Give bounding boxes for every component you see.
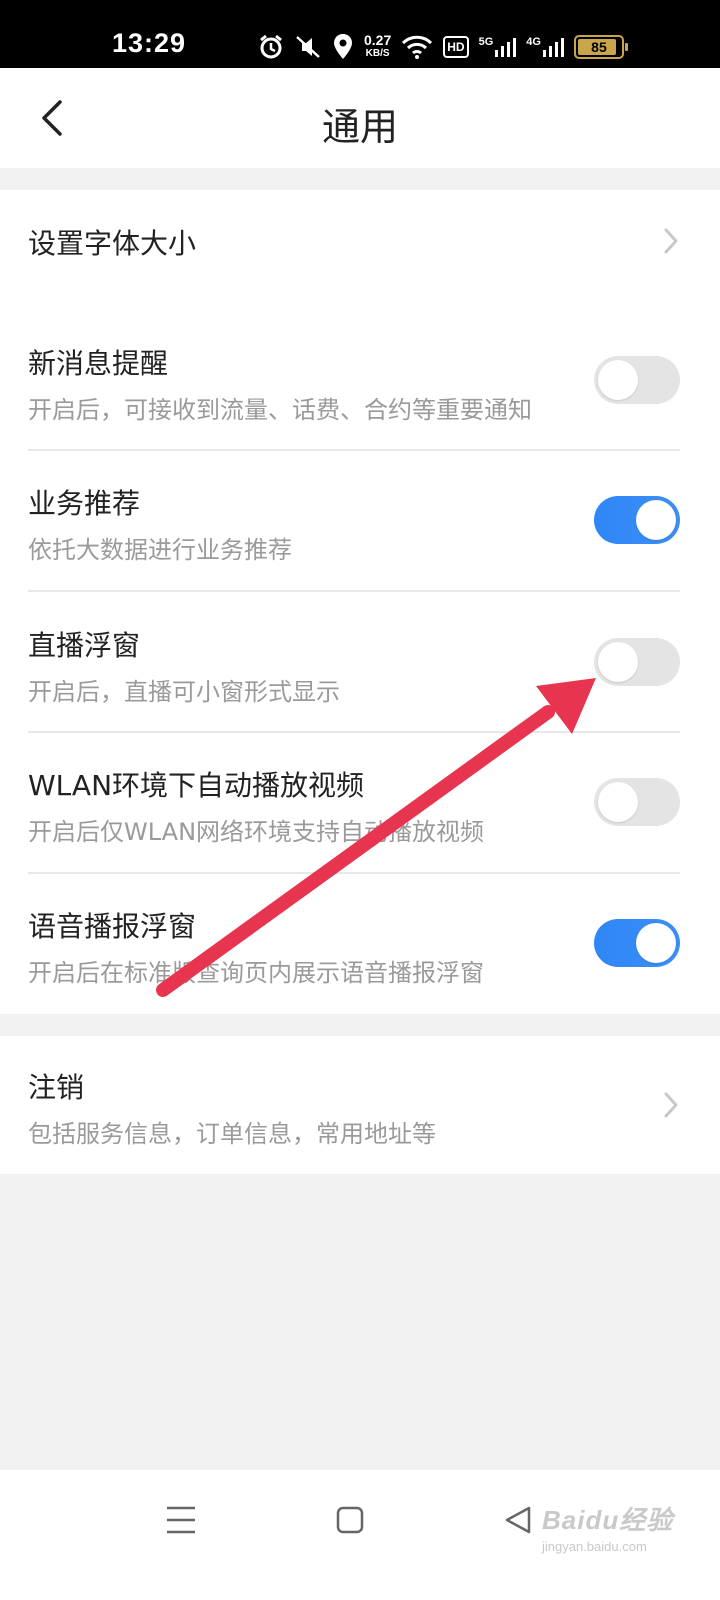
menu-button[interactable] (151, 1498, 211, 1542)
watermark-sub: jingyan.baidu.com (542, 1539, 647, 1554)
alarm-icon (258, 34, 284, 60)
page-title: 通用 (321, 105, 398, 149)
status-bar: 13:29 0.27 KB/S HD 5G 4G 85 (0, 0, 720, 68)
voice-float-toggle[interactable] (594, 919, 680, 967)
setting-subtitle: 开启后仅WLAN网络环境支持自动播放视频 (28, 818, 485, 846)
signal-bars-icon (495, 38, 517, 57)
back-nav-button[interactable] (488, 1498, 548, 1542)
divider (28, 731, 680, 733)
setting-voice-float: 语音播报浮窗 开启后在标准版查询页内展示语音播报浮窗 (0, 899, 720, 1014)
net-speed-unit: KB/S (365, 48, 390, 59)
setting-title: WLAN环境下自动播放视频 (28, 769, 365, 802)
setting-business-recommend: 业务推荐 依托大数据进行业务推荐 (0, 476, 720, 591)
signal-4g-label: 4G (526, 36, 541, 48)
menu-icon (167, 1506, 195, 1534)
setting-subtitle: 开启后，直播可小窗形式显示 (28, 678, 340, 706)
new-message-toggle[interactable] (594, 356, 680, 404)
divider (28, 449, 680, 451)
status-time: 13:29 (112, 28, 187, 58)
setting-subtitle: 依托大数据进行业务推荐 (28, 536, 292, 564)
settings-list: 设置字体大小 新消息提醒 开启后，可接收到流量、话费、合约等重要通知 业务推荐 … (0, 190, 720, 1014)
logout-title: 注销 (28, 1071, 85, 1104)
business-recommend-toggle[interactable] (594, 496, 680, 544)
mute-icon (294, 34, 322, 60)
location-icon (332, 33, 354, 61)
home-button[interactable] (320, 1498, 380, 1542)
signal-5g: 5G (479, 36, 517, 58)
signal-bars-icon (542, 38, 564, 57)
status-icons: 0.27 KB/S HD 5G 4G 85 (258, 30, 628, 64)
battery-icon: 85 (573, 35, 628, 59)
net-speed-value: 0.27 (364, 32, 392, 48)
setting-wlan-autoplay: WLAN环境下自动播放视频 开启后仅WLAN网络环境支持自动播放视频 (0, 758, 720, 873)
hd-badge: HD (443, 36, 469, 58)
wlan-autoplay-toggle[interactable] (594, 778, 680, 826)
setting-title: 新消息提醒 (28, 347, 169, 380)
logout-subtitle: 包括服务信息，订单信息，常用地址等 (28, 1120, 436, 1148)
logout-item[interactable]: 注销 包括服务信息，订单信息，常用地址等 (0, 1036, 720, 1174)
baidu-watermark: Baidu经验 jingyan.baidu.com (542, 1500, 673, 1554)
setting-title: 业务推荐 (28, 487, 141, 520)
chevron-right-icon (664, 228, 678, 254)
setting-font-size[interactable]: 设置字体大小 (0, 190, 720, 300)
setting-live-float: 直播浮窗 开启后，直播可小窗形式显示 (0, 618, 720, 733)
battery-level: 85 (591, 39, 607, 55)
wifi-icon (401, 34, 433, 60)
setting-subtitle: 开启后，可接收到流量、话费、合约等重要通知 (28, 396, 532, 424)
setting-subtitle: 开启后在标准版查询页内展示语音播报浮窗 (28, 959, 484, 987)
watermark-main: Baidu经验 (542, 1505, 674, 1535)
chevron-right-icon (664, 1092, 678, 1118)
divider (28, 590, 680, 592)
setting-title: 语音播报浮窗 (28, 910, 197, 943)
home-square-icon (336, 1506, 364, 1534)
back-triangle-icon (505, 1506, 531, 1534)
app-header: 通用 (0, 68, 720, 168)
divider (28, 872, 680, 874)
signal-5g-label: 5G (478, 36, 494, 48)
signal-4g: 4G (526, 36, 564, 58)
setting-new-message: 新消息提醒 开启后，可接收到流量、话费、合约等重要通知 (0, 336, 720, 451)
net-speed: 0.27 KB/S (364, 32, 392, 60)
setting-title: 直播浮窗 (28, 629, 141, 662)
setting-title: 设置字体大小 (28, 227, 197, 260)
live-float-toggle[interactable] (594, 638, 680, 686)
